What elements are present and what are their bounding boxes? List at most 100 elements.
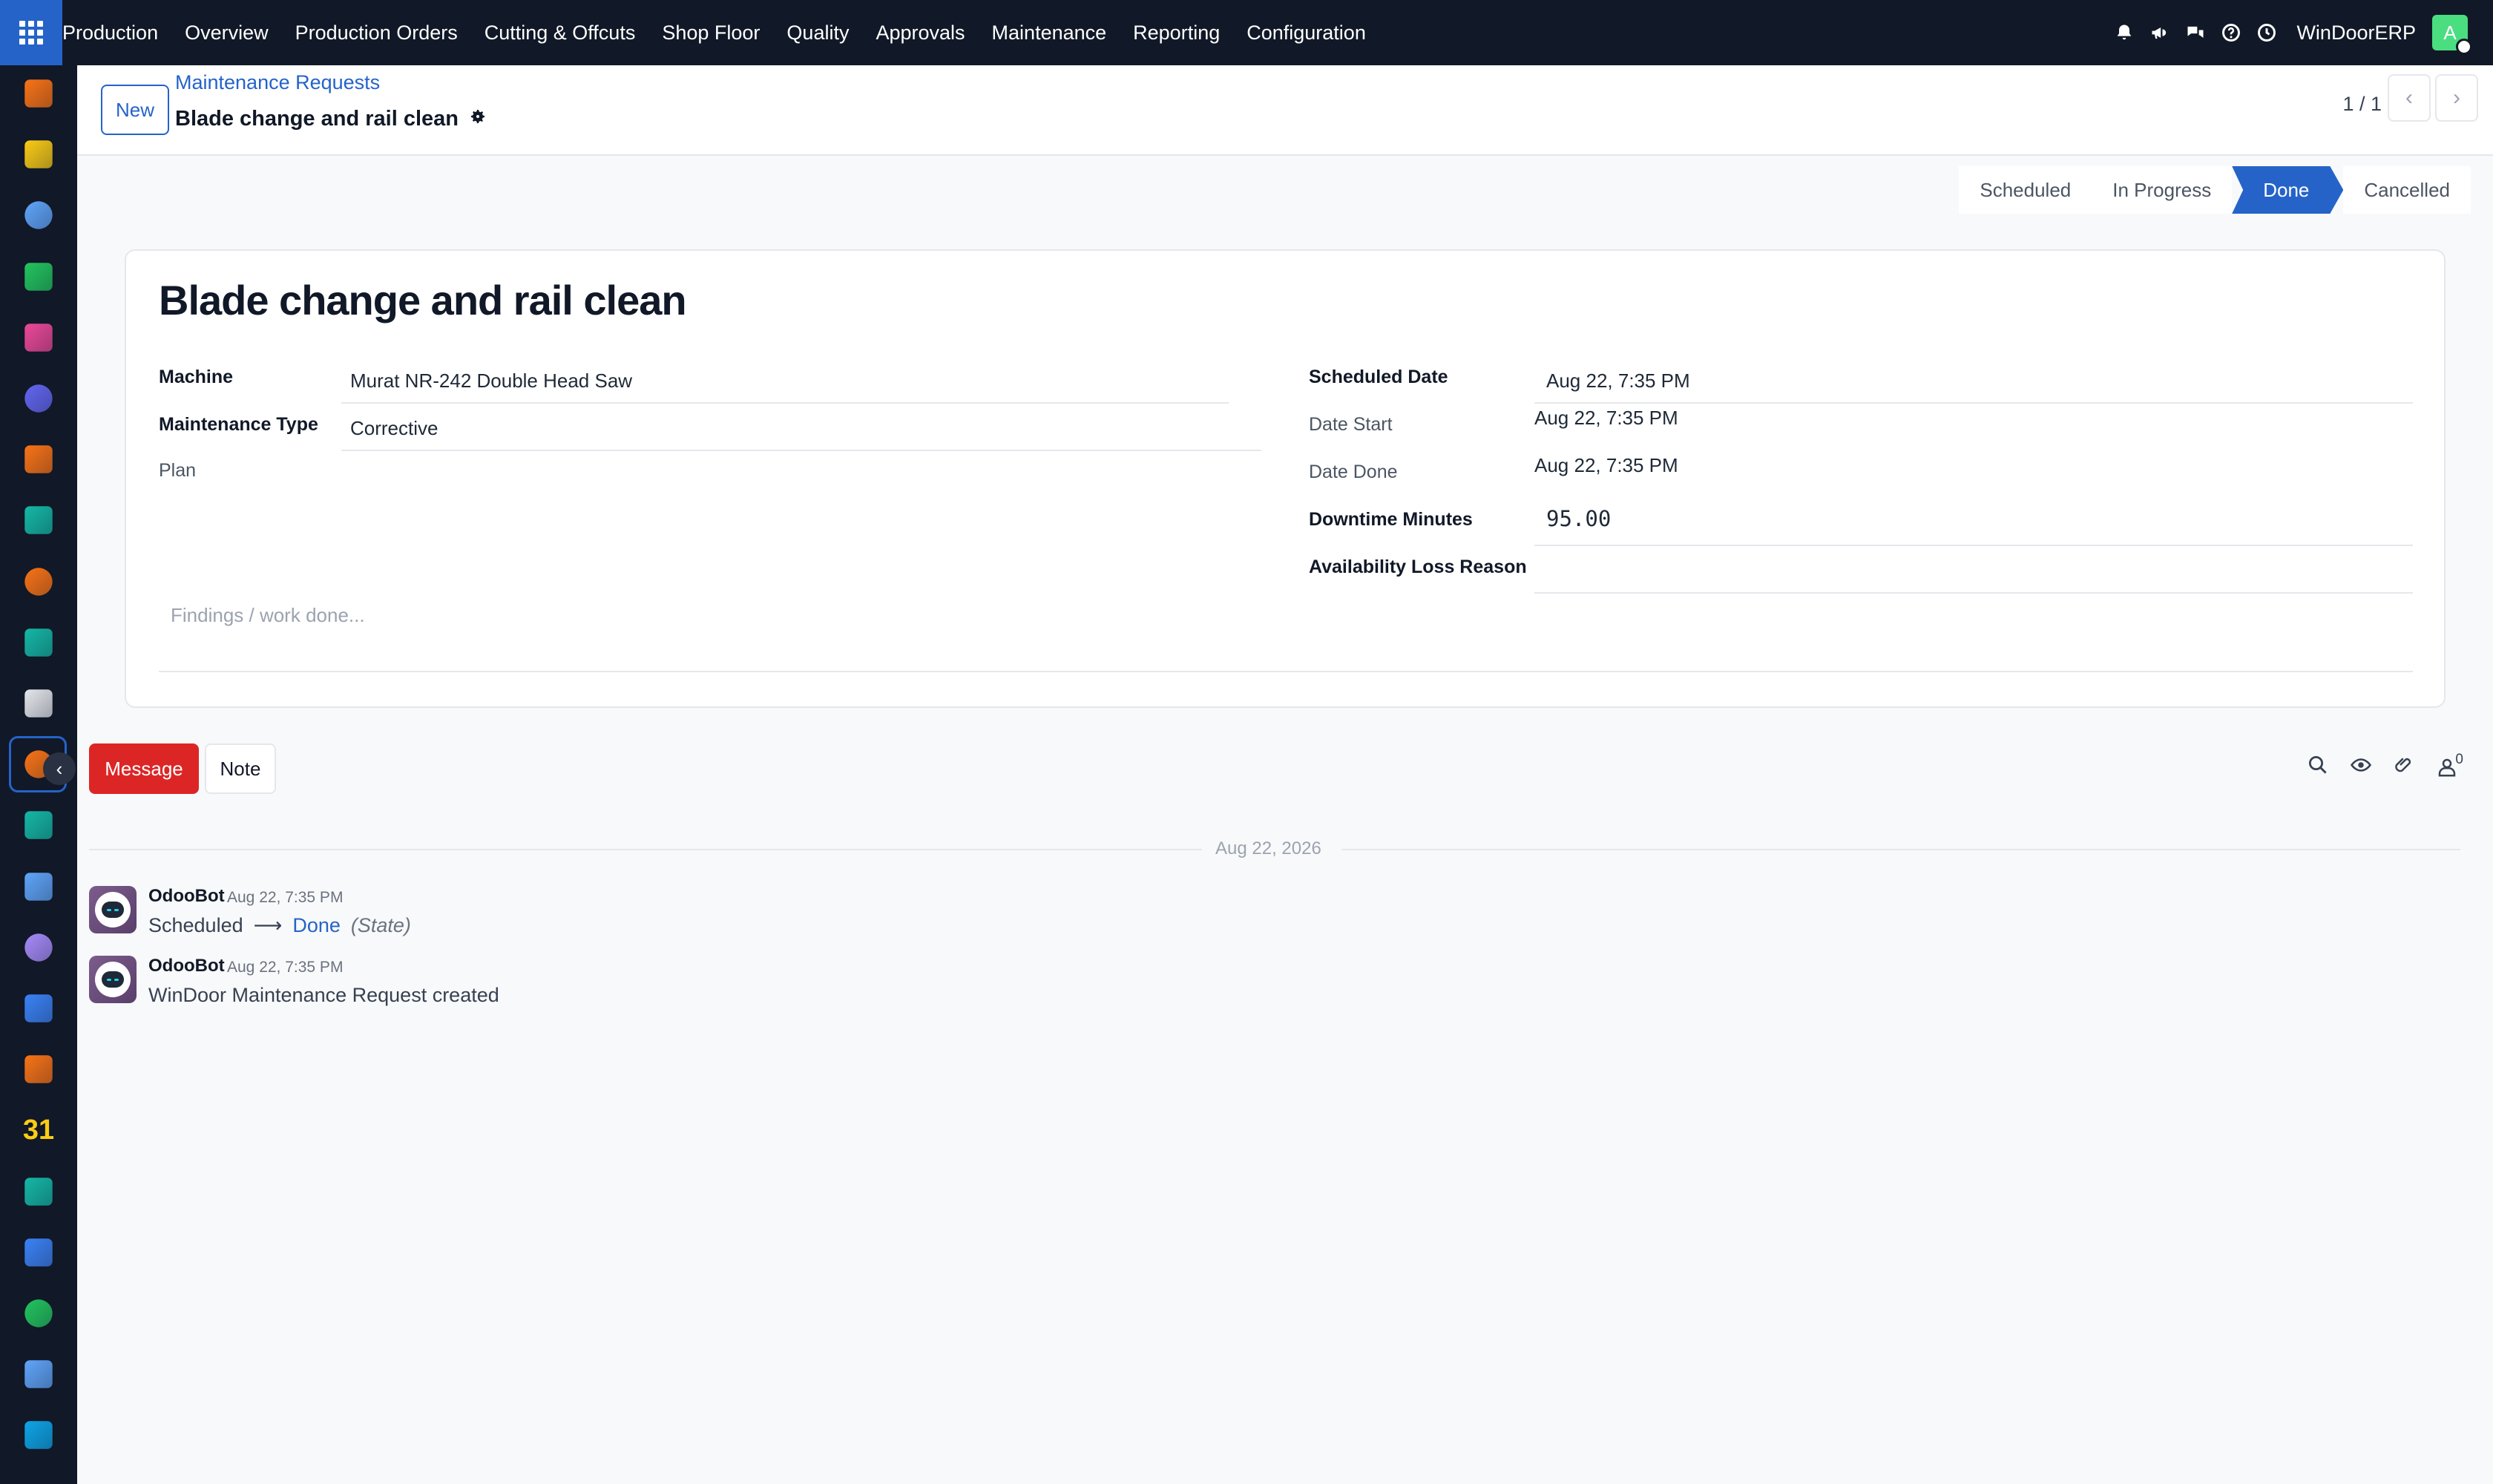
- tracking-new-value: Done: [292, 914, 341, 936]
- separator-line-left: [89, 849, 1202, 850]
- sidebar-app-bar-chart-icon[interactable]: [24, 79, 53, 108]
- sidebar-app-dashboard-dial-2-icon[interactable]: [24, 1360, 53, 1388]
- paperclip-icon[interactable]: [2393, 754, 2415, 780]
- scheduled-date-field[interactable]: Aug 22, 7:35 PM: [1546, 370, 1690, 393]
- tracking-old-value: Scheduled: [148, 914, 243, 936]
- send-message-button[interactable]: Message: [89, 743, 199, 794]
- log-note-button[interactable]: Note: [205, 743, 276, 794]
- date-separator: Aug 22, 2026: [89, 838, 2460, 861]
- notes-field[interactable]: Findings / work done...: [171, 604, 365, 627]
- stage-done[interactable]: Done: [2232, 166, 2344, 214]
- message-item: OdooBot Aug 22, 7:35 PM WinDoor Maintena…: [89, 956, 979, 1015]
- message-item: OdooBot Aug 22, 7:35 PM Scheduled ⟶ Done…: [89, 886, 979, 945]
- downtime-minutes-underline: [1534, 545, 2413, 546]
- menu-quality[interactable]: Quality: [773, 0, 862, 65]
- date-done-label: Date Done: [1309, 462, 1398, 482]
- message-author[interactable]: OdooBot: [148, 886, 225, 907]
- machine-field[interactable]: Murat NR-242 Double Head Saw: [350, 370, 632, 393]
- sidebar-app-bar-chart-2-icon[interactable]: [24, 567, 53, 596]
- sidebar-app-tiles-icon[interactable]: [24, 324, 53, 352]
- breadcrumb[interactable]: Maintenance Requests: [175, 71, 380, 94]
- menu-overview[interactable]: Overview: [171, 0, 282, 65]
- search-icon[interactable]: [2307, 754, 2329, 780]
- sidebar-app-calendar-icon[interactable]: 31: [22, 1114, 55, 1146]
- record-title: Blade change and rail clean: [175, 107, 487, 131]
- notes-field-underline: [159, 671, 2413, 672]
- main-menu: Production Overview Production Orders Cu…: [62, 0, 1379, 65]
- help-icon[interactable]: [2213, 0, 2249, 65]
- sidebar-app-tiles-2-icon[interactable]: [24, 1238, 53, 1267]
- stage-in-progress[interactable]: In Progress: [2092, 166, 2233, 214]
- message-author[interactable]: OdooBot: [148, 956, 225, 976]
- request-title-field[interactable]: Blade change and rail clean: [159, 276, 687, 324]
- followers-count: 0: [2455, 751, 2463, 767]
- odoobot-avatar[interactable]: [89, 956, 137, 1003]
- downtime-minutes-field[interactable]: 95.00: [1546, 506, 1611, 531]
- bell-icon[interactable]: [2106, 0, 2142, 65]
- sidebar-app-dashboard-dial-icon[interactable]: [24, 201, 53, 230]
- followers-button[interactable]: 0: [2436, 752, 2463, 778]
- robot-face-icon: [95, 892, 131, 928]
- maintenance-type-field[interactable]: Corrective: [350, 417, 438, 440]
- pager-value[interactable]: 1 / 1: [2342, 85, 2382, 123]
- app-menu-button[interactable]: [0, 0, 62, 65]
- menu-maintenance[interactable]: Maintenance: [979, 0, 1120, 65]
- collapse-sidebar-chevron-icon[interactable]: ‹: [43, 752, 76, 786]
- availability-loss-reason-label: Availability Loss Reason: [1309, 556, 1527, 577]
- megaphone-icon[interactable]: [2142, 0, 2178, 65]
- robot-face-icon: [95, 962, 131, 997]
- menu-cutting-offcuts[interactable]: Cutting & Offcuts: [471, 0, 649, 65]
- app-name[interactable]: Production: [62, 0, 171, 65]
- sidebar-app-checkmark-icon[interactable]: [24, 811, 53, 840]
- sidebar-app-cube-icon[interactable]: [24, 689, 53, 718]
- sidebar-app-waves-icon[interactable]: [24, 1421, 53, 1450]
- menu-shop-floor[interactable]: Shop Floor: [648, 0, 773, 65]
- sidebar-app-dollar-icon[interactable]: [24, 994, 53, 1022]
- sidebar-app-book-icon[interactable]: [24, 872, 53, 901]
- stage-scheduled[interactable]: Scheduled: [1959, 166, 2092, 214]
- user-avatar[interactable]: A: [2432, 15, 2472, 55]
- maintenance-type-underline: [341, 450, 1261, 451]
- sidebar-app-mail-m-icon[interactable]: [24, 384, 53, 413]
- sidebar-app-check-ribbon-icon[interactable]: [24, 506, 53, 535]
- sidebar-app-chat-bubble-icon[interactable]: [24, 445, 53, 473]
- sidebar-app-whatsapp-2-icon[interactable]: [24, 1299, 53, 1327]
- new-button[interactable]: New: [101, 85, 169, 135]
- app-sidebar: ‹ 31: [0, 65, 77, 1484]
- pager-previous-button[interactable]: ‹: [2388, 74, 2431, 122]
- availability-loss-reason-underline: [1534, 592, 2413, 594]
- date-done-value: Aug 22, 7:35 PM: [1534, 454, 1678, 476]
- menu-reporting[interactable]: Reporting: [1120, 0, 1233, 65]
- top-navbar: Production Overview Production Orders Cu…: [0, 0, 2493, 65]
- menu-production-orders[interactable]: Production Orders: [282, 0, 471, 65]
- machine-field-underline: [341, 402, 1229, 404]
- pager-next-button[interactable]: ›: [2435, 74, 2478, 122]
- date-separator-label: Aug 22, 2026: [1215, 838, 1321, 858]
- menu-configuration[interactable]: Configuration: [1233, 0, 1379, 65]
- tracking-change: Scheduled ⟶ Done (State): [148, 914, 411, 937]
- sidebar-app-contacts-icon[interactable]: [24, 628, 53, 657]
- scheduled-date-underline: [1534, 402, 2413, 404]
- status-bar: Scheduled In Progress Done Cancelled: [1959, 166, 2471, 214]
- sidebar-app-whatsapp-icon[interactable]: [24, 262, 53, 291]
- sidebar-app-sign-icon[interactable]: [24, 1177, 53, 1206]
- control-panel: New Maintenance Requests Blade change an…: [77, 65, 2493, 156]
- sidebar-app-team-icon[interactable]: [24, 1055, 53, 1083]
- sidebar-app-package-icon[interactable]: [24, 933, 53, 962]
- company-switcher[interactable]: WinDoorERP: [2296, 22, 2416, 45]
- eye-icon[interactable]: [2350, 754, 2372, 780]
- chat-bubbles-icon[interactable]: [2178, 0, 2213, 65]
- message-body: WinDoor Maintenance Request created: [148, 984, 499, 1006]
- odoobot-avatar[interactable]: [89, 886, 137, 933]
- clock-icon[interactable]: [2249, 0, 2285, 65]
- menu-approvals[interactable]: Approvals: [862, 0, 978, 65]
- stage-cancelled[interactable]: Cancelled: [2343, 166, 2471, 214]
- gear-icon[interactable]: [469, 107, 487, 131]
- message-time: Aug 22, 7:35 PM: [227, 889, 344, 906]
- date-start-label: Date Start: [1309, 414, 1393, 435]
- chatter-toolbar: 0: [2307, 752, 2463, 780]
- separator-line-right: [1341, 849, 2460, 850]
- maintenance-type-label: Maintenance Type: [159, 414, 318, 435]
- sidebar-app-paper-plane-icon[interactable]: [24, 140, 53, 168]
- tracking-field-name: (State): [350, 914, 411, 936]
